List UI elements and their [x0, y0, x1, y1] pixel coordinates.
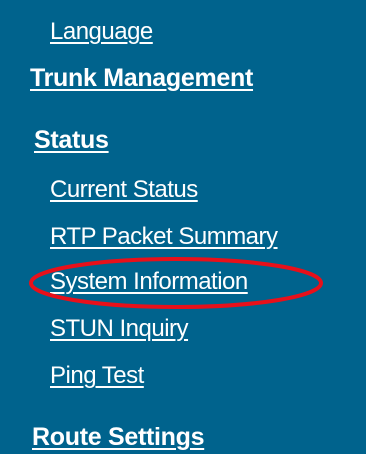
nav-link-language[interactable]: Language [50, 20, 153, 44]
nav-link-stun-inquiry[interactable]: STUN Inquiry [50, 317, 189, 341]
nav-link-system-information[interactable]: System Information [50, 270, 248, 294]
nav-link-current-status[interactable]: Current Status [50, 178, 198, 202]
nav-link-rtp-packet-summary[interactable]: RTP Packet Summary [50, 225, 278, 249]
nav-link-ping-test[interactable]: Ping Test [50, 364, 144, 388]
nav-section-route-settings[interactable]: Route Settings [32, 425, 205, 450]
sidebar-nav: Language Trunk Management Status Current… [0, 0, 372, 460]
nav-section-trunk-management[interactable]: Trunk Management [30, 66, 253, 91]
nav-section-status[interactable]: Status [34, 128, 109, 153]
